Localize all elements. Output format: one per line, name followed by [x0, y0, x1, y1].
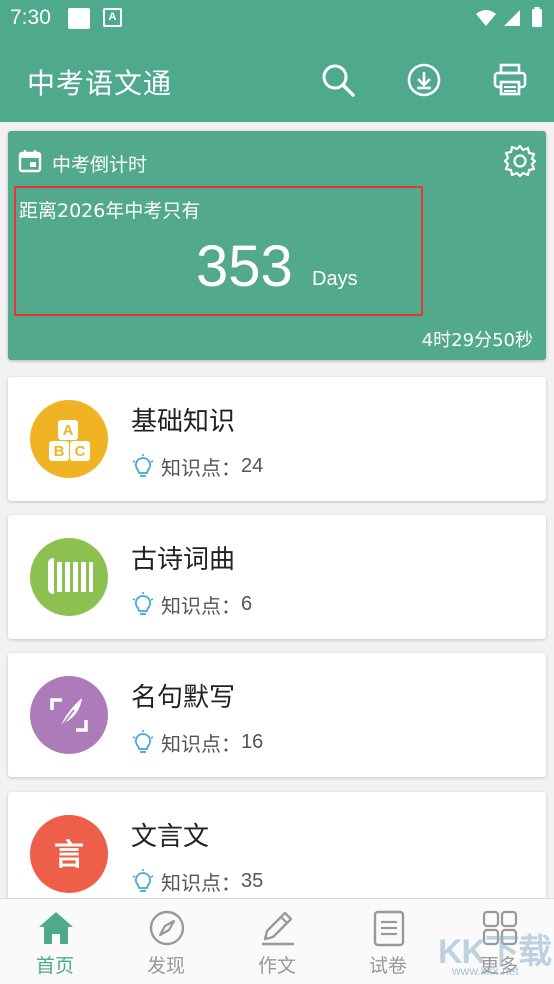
countdown-days-number: 353: [196, 234, 293, 299]
compass-icon: [149, 910, 185, 946]
category-meta: 知识点： 35: [131, 867, 263, 896]
category-card-famous-quotes[interactable]: 名句默写 知识点： 16: [8, 653, 546, 777]
nav-item-discover[interactable]: 发现: [111, 899, 221, 984]
notification-a-icon: A: [103, 8, 122, 27]
scroll-icon: [30, 538, 108, 616]
category-meta-count: 24: [241, 455, 264, 477]
countdown-subtitle: 距离2026年中考只有: [19, 200, 201, 222]
nav-item-essay[interactable]: 作文: [222, 899, 332, 984]
category-meta: 知识点： 24: [131, 452, 263, 481]
nav-item-exam-papers[interactable]: 试卷: [333, 899, 443, 984]
speech-character-icon: 言: [30, 815, 108, 893]
category-meta-label: 知识点：: [161, 594, 241, 618]
abc-blocks-icon: A B C: [30, 400, 108, 478]
home-icon: [39, 912, 73, 944]
status-bar: 7:30 A: [0, 0, 554, 36]
countdown-remaining-time: 4时29分50秒: [421, 330, 533, 351]
countdown-card[interactable]: 中考倒计时 距离2026年中考只有 353 Days 4时29分50秒: [8, 131, 546, 360]
nav-item-home[interactable]: 首页: [0, 899, 110, 984]
lightbulb-icon: [132, 453, 154, 477]
category-card-basic-knowledge[interactable]: A B C 基础知识 知识点： 24: [8, 377, 546, 501]
search-icon[interactable]: [320, 62, 356, 98]
category-meta-count: 35: [241, 870, 264, 892]
block-letter-b: B: [54, 443, 65, 460]
category-name: 名句默写: [131, 683, 236, 713]
watermark-url: www.kkx.net: [452, 964, 519, 978]
app-bar: 中考语文通: [0, 36, 554, 122]
block-letter-c: C: [75, 443, 86, 460]
speech-character-glyph: 言: [54, 838, 84, 873]
category-name: 基础知识: [131, 407, 236, 437]
lightbulb-icon: [132, 729, 154, 753]
category-meta-count: 6: [241, 593, 253, 615]
nav-label: 首页: [35, 955, 74, 977]
gear-icon[interactable]: [502, 143, 538, 179]
nav-label: 作文: [257, 955, 296, 977]
category-meta: 知识点： 16: [131, 728, 263, 757]
signal-icon: [504, 10, 520, 26]
battery-icon: [532, 9, 542, 27]
category-meta-label: 知识点：: [161, 456, 241, 480]
category-meta: 知识点： 6: [131, 590, 252, 619]
document-icon: [373, 910, 405, 947]
category-card-classical-poetry[interactable]: 古诗词曲 知识点： 6: [8, 515, 546, 639]
countdown-highlight-box: 距离2026年中考只有 353 Days: [14, 186, 423, 316]
wifi-icon: [476, 10, 496, 26]
category-name: 古诗词曲: [131, 545, 236, 575]
print-icon[interactable]: [492, 62, 528, 98]
calendar-icon: [18, 150, 42, 173]
category-name: 文言文: [131, 822, 210, 852]
status-time: 7:30: [10, 6, 51, 29]
app-title: 中考语文通: [27, 67, 173, 100]
quill-pen-icon: [30, 676, 108, 754]
status-icons: [476, 7, 542, 27]
category-meta-label: 知识点：: [161, 871, 241, 895]
download-icon[interactable]: [406, 62, 442, 98]
countdown-title: 中考倒计时: [52, 154, 148, 176]
notification-square-icon: [68, 8, 90, 29]
lightbulb-icon: [132, 591, 154, 615]
category-meta-label: 知识点：: [161, 732, 241, 756]
block-letter-a: A: [63, 422, 74, 439]
nav-label: 发现: [146, 955, 185, 977]
lightbulb-icon: [132, 868, 154, 892]
pencil-icon: [262, 911, 294, 946]
category-meta-count: 16: [241, 731, 264, 753]
nav-label: 试卷: [368, 955, 407, 977]
countdown-days-unit: Days: [312, 268, 358, 290]
